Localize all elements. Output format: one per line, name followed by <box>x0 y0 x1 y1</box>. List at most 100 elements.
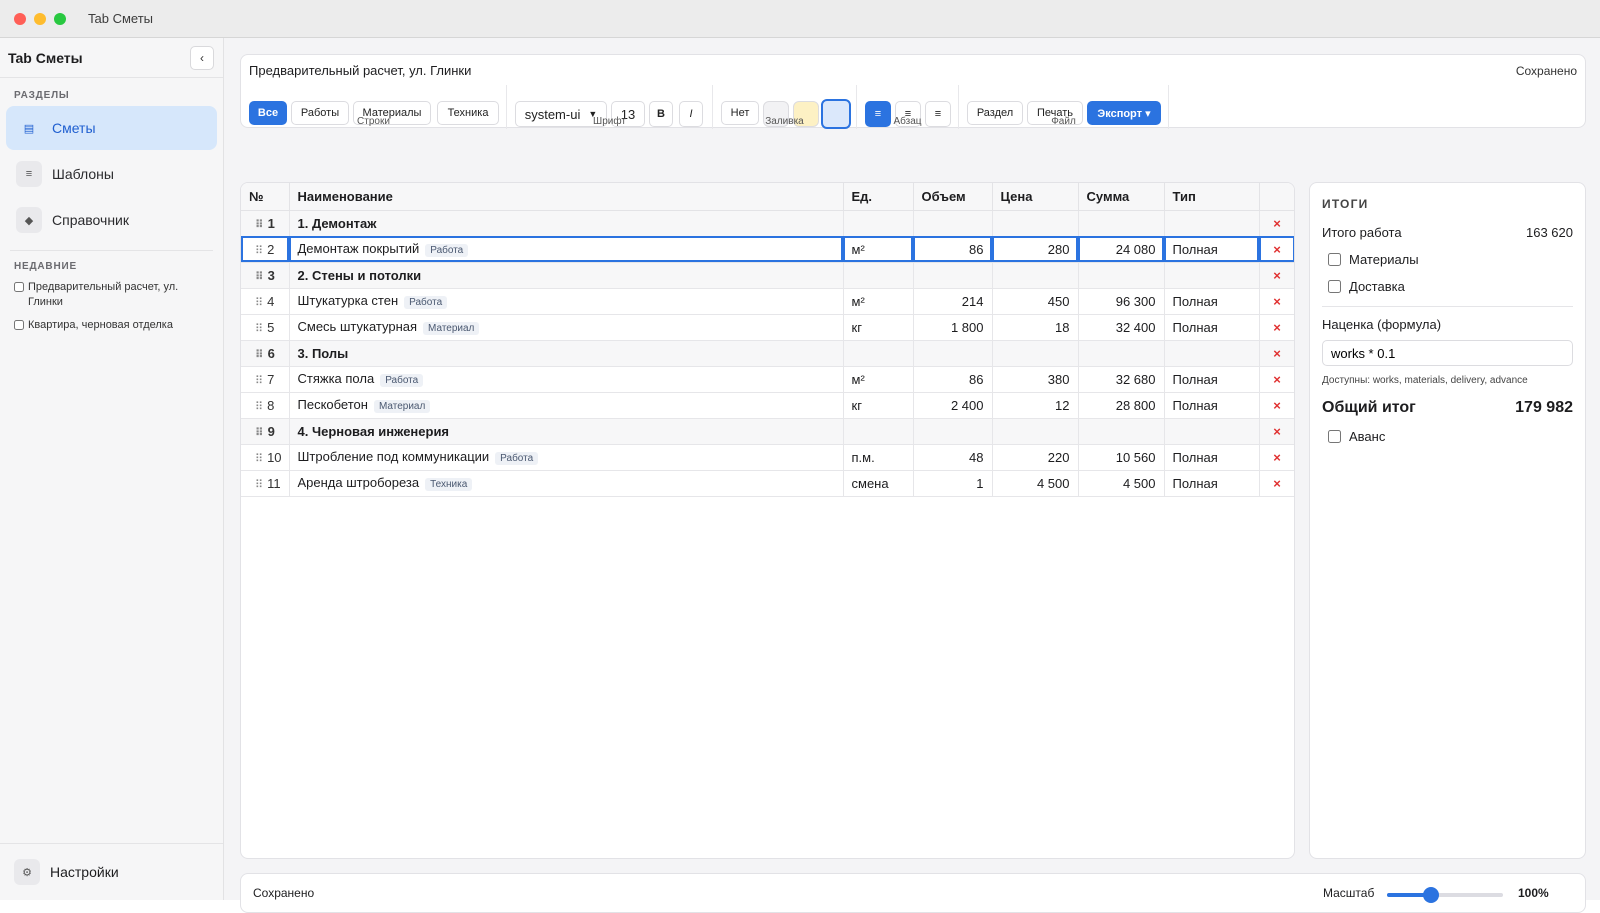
delete-row-button[interactable]: × <box>1259 210 1294 237</box>
delete-row-button[interactable]: × <box>1259 470 1294 497</box>
sum-cell[interactable]: 10 560 <box>1078 444 1165 471</box>
type-cell[interactable] <box>1164 210 1260 237</box>
name-cell[interactable]: Аренда штробореза Техника <box>289 470 844 497</box>
delivery-checkbox[interactable] <box>1328 280 1341 293</box>
drag-handle-icon[interactable]: ⠿ <box>255 349 264 361</box>
unit-cell[interactable]: м² <box>843 366 914 393</box>
row-number-cell[interactable]: ⠿ 3 <box>241 262 290 289</box>
quantity-cell[interactable] <box>913 210 993 237</box>
name-cell[interactable]: Смесь штукатурная Материал <box>289 314 844 341</box>
unit-cell[interactable]: кг <box>843 392 914 419</box>
column-header-unit[interactable]: Ед. <box>843 183 914 211</box>
price-cell[interactable] <box>992 418 1079 445</box>
unit-cell[interactable]: м² <box>843 236 914 263</box>
type-cell[interactable] <box>1164 262 1260 289</box>
type-cell[interactable]: Полная <box>1164 288 1260 315</box>
table-row[interactable]: ⠿ 8 Пескобетон Материал кг 2 400 12 28 800 Полна… <box>241 392 1294 419</box>
name-cell[interactable]: Штукатурка стен Работа <box>289 288 844 315</box>
collapse-sidebar-button[interactable]: ‹ <box>190 45 214 70</box>
name-cell[interactable]: 3. Полы <box>289 340 844 367</box>
delete-row-button[interactable]: × <box>1259 340 1294 367</box>
quantity-cell[interactable]: 48 <box>913 444 993 471</box>
delivery-toggle[interactable]: Доставка <box>1328 279 1573 294</box>
unit-cell[interactable]: смена <box>843 470 914 497</box>
sum-cell[interactable] <box>1078 262 1165 289</box>
delete-row-button[interactable]: × <box>1259 314 1294 341</box>
quantity-cell[interactable] <box>913 340 993 367</box>
sum-cell[interactable]: 28 800 <box>1078 392 1165 419</box>
advance-toggle[interactable]: Аванс <box>1328 429 1573 444</box>
row-number-cell[interactable]: ⠿ 11 <box>241 470 290 497</box>
quantity-cell[interactable]: 86 <box>913 366 993 393</box>
delete-row-button[interactable]: × <box>1259 366 1294 393</box>
sum-cell[interactable] <box>1078 210 1165 237</box>
price-cell[interactable]: 4 500 <box>992 470 1079 497</box>
delete-row-button[interactable]: × <box>1259 418 1294 445</box>
price-cell[interactable] <box>992 262 1079 289</box>
markup-formula-input[interactable] <box>1322 340 1573 366</box>
delete-row-button[interactable]: × <box>1259 236 1294 263</box>
drag-handle-icon[interactable]: ⠿ <box>255 401 263 413</box>
drag-handle-icon[interactable]: ⠿ <box>255 479 263 491</box>
name-cell[interactable]: Пескобетон Материал <box>289 392 844 419</box>
table-row[interactable]: ⠿ 4 Штукатурка стен Работа м² 214 450 96 300 Пол… <box>241 288 1294 315</box>
delete-row-button[interactable]: × <box>1259 288 1294 315</box>
drag-handle-icon[interactable]: ⠿ <box>255 297 263 309</box>
quantity-cell[interactable]: 2 400 <box>913 392 993 419</box>
name-cell[interactable]: Стяжка пола Работа <box>289 366 844 393</box>
type-cell[interactable]: Полная <box>1164 392 1260 419</box>
unit-cell[interactable]: кг <box>843 314 914 341</box>
unit-cell[interactable]: п.м. <box>843 444 914 471</box>
row-number-cell[interactable]: ⠿ 10 <box>241 444 290 471</box>
sum-cell[interactable] <box>1078 340 1165 367</box>
section-row[interactable]: ⠿ 9 4. Черновая инженерия × <box>241 418 1294 445</box>
quantity-cell[interactable] <box>913 262 993 289</box>
zoom-slider-thumb[interactable] <box>1423 887 1440 903</box>
name-cell[interactable]: Штробление под коммуникации Работа <box>289 444 844 471</box>
row-number-cell[interactable]: ⠿ 1 <box>241 210 290 237</box>
quantity-cell[interactable] <box>913 418 993 445</box>
sum-cell[interactable]: 32 400 <box>1078 314 1165 341</box>
column-header-name[interactable]: Наименование <box>289 183 844 211</box>
row-number-cell[interactable]: ⠿ 5 <box>241 314 290 341</box>
sum-cell[interactable]: 32 680 <box>1078 366 1165 393</box>
table-row[interactable]: ⠿ 10 Штробление под коммуникации Работа п.м.… <box>241 444 1294 471</box>
sum-cell[interactable] <box>1078 418 1165 445</box>
row-number-cell[interactable]: ⠿ 8 <box>241 392 290 419</box>
sidebar-item-templates[interactable]: ≡ Шаблоны <box>6 152 217 196</box>
drag-handle-icon[interactable]: ⠿ <box>255 427 264 439</box>
sidebar-item-estimates[interactable]: ▤ Сметы <box>6 106 217 150</box>
quantity-cell[interactable]: 1 <box>913 470 993 497</box>
zoom-window-button[interactable] <box>54 12 66 25</box>
price-cell[interactable]: 18 <box>992 314 1079 341</box>
quantity-cell[interactable]: 1 800 <box>913 314 993 341</box>
unit-cell[interactable] <box>843 210 914 237</box>
recent-item-checkbox[interactable] <box>14 320 24 330</box>
name-cell[interactable]: 1. Демонтаж <box>289 210 844 237</box>
type-cell[interactable]: Полная <box>1164 314 1260 341</box>
price-cell[interactable]: 12 <box>992 392 1079 419</box>
unit-cell[interactable] <box>843 262 914 289</box>
column-header-quantity[interactable]: Объем <box>913 183 993 211</box>
price-cell[interactable] <box>992 210 1079 237</box>
row-number-cell[interactable]: ⠿ 6 <box>241 340 290 367</box>
close-window-button[interactable] <box>14 12 26 25</box>
column-header-sum[interactable]: Сумма <box>1078 183 1165 211</box>
minimize-window-button[interactable] <box>34 12 46 25</box>
zoom-slider[interactable] <box>1387 887 1503 903</box>
recent-item-checkbox[interactable] <box>14 282 24 292</box>
materials-toggle[interactable]: Материалы <box>1328 252 1573 267</box>
drag-handle-icon[interactable]: ⠿ <box>255 271 264 283</box>
table-row[interactable]: ⠿ 11 Аренда штробореза Техника смена 1 4 500 4 … <box>241 470 1294 497</box>
unit-cell[interactable]: м² <box>843 288 914 315</box>
row-number-cell[interactable]: ⠿ 9 <box>241 418 290 445</box>
type-cell[interactable]: Полная <box>1164 470 1260 497</box>
drag-handle-icon[interactable]: ⠿ <box>255 375 263 387</box>
advance-checkbox[interactable] <box>1328 430 1341 443</box>
drag-handle-icon[interactable]: ⠿ <box>255 323 263 335</box>
row-number-cell[interactable]: ⠿ 2 <box>241 236 290 263</box>
table-row[interactable]: ⠿ 7 Стяжка пола Работа м² 86 380 32 680 Полная × <box>241 366 1294 393</box>
name-cell[interactable]: 4. Черновая инженерия <box>289 418 844 445</box>
unit-cell[interactable] <box>843 418 914 445</box>
delete-row-button[interactable]: × <box>1259 262 1294 289</box>
